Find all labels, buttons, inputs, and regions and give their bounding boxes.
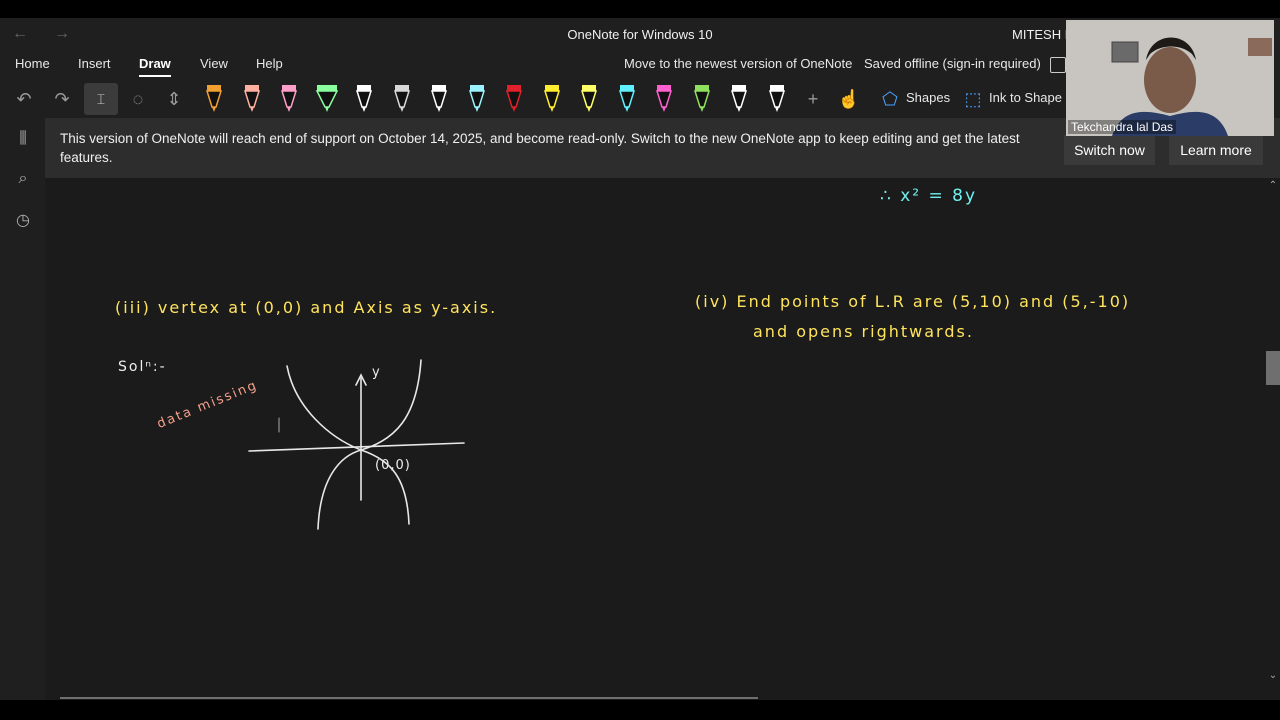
pen-1-icon[interactable]	[202, 82, 226, 114]
add-space-icon[interactable]: ⇕	[161, 86, 187, 112]
tab-insert[interactable]: Insert	[78, 56, 111, 71]
sync-status[interactable]: Saved offline (sign-in required)	[864, 56, 1041, 71]
pen-7-icon[interactable]	[427, 82, 451, 114]
switch-now-button[interactable]: Switch now	[1064, 135, 1155, 165]
pen-5-icon[interactable]	[352, 82, 376, 114]
pen-10-icon[interactable]	[540, 82, 564, 114]
pen-11-icon[interactable]	[577, 82, 601, 114]
add-pen-icon[interactable]: +	[800, 86, 826, 112]
lasso-select-icon[interactable]: ◌	[125, 86, 151, 112]
pen-13-icon[interactable]	[652, 82, 676, 114]
user-name[interactable]: MITESH K	[1012, 27, 1073, 42]
ink-parabola-sketch	[248, 359, 465, 530]
tab-view[interactable]: View	[200, 56, 228, 71]
scroll-up-icon[interactable]: ⌃	[1268, 180, 1278, 191]
pen-6-icon[interactable]	[390, 82, 414, 114]
touch-draw-icon[interactable]: ☝	[836, 86, 862, 112]
shapes-icon[interactable]: ⬠	[877, 86, 903, 112]
scroll-thumb[interactable]	[1266, 351, 1280, 385]
pen-2-icon[interactable]	[240, 82, 264, 114]
banner-message: This version of OneNote will reach end o…	[60, 131, 1020, 165]
vertical-scrollbar[interactable]: ⌃ ⌄	[1266, 178, 1280, 700]
pen-9-icon[interactable]	[502, 82, 526, 114]
tab-draw[interactable]: Draw	[139, 56, 171, 77]
recent-notes-icon[interactable]: ◷	[12, 210, 34, 232]
ink-parabola-up	[286, 359, 422, 451]
presenter-name: Tekchandra lal Das	[1068, 120, 1177, 134]
pen-8-icon[interactable]	[465, 82, 489, 114]
learn-more-button[interactable]: Learn more	[1169, 135, 1263, 165]
tab-home[interactable]: Home	[15, 56, 50, 71]
pen-16-icon[interactable]	[765, 82, 789, 114]
pen-12-icon[interactable]	[615, 82, 639, 114]
note-canvas[interactable]: ∴ x² = 8y (iii) vertex at (0,0) and Axis…	[45, 178, 1266, 700]
webcam-overlay: Tekchandra lal Das	[1066, 20, 1274, 136]
shapes-button[interactable]: Shapes	[906, 90, 950, 105]
notebook-icon[interactable]	[1050, 57, 1066, 73]
ink-to-shape-icon[interactable]: ⬚	[960, 86, 986, 112]
pen-14-icon[interactable]	[690, 82, 714, 114]
upgrade-link[interactable]: Move to the newest version of OneNote	[624, 56, 852, 71]
horizontal-scrollbar[interactable]	[60, 697, 758, 699]
tab-help[interactable]: Help	[256, 56, 283, 71]
type-select-icon[interactable]: ⌶	[84, 83, 118, 115]
pen-15-icon[interactable]	[727, 82, 751, 114]
pen-4-icon[interactable]	[315, 82, 339, 114]
notebooks-icon[interactable]: ⫼	[12, 128, 34, 150]
ink-x-axis	[248, 442, 465, 452]
search-icon[interactable]: ⌕	[12, 168, 34, 190]
pen-3-icon[interactable]	[277, 82, 301, 114]
bottom-bar	[0, 700, 1280, 720]
undo-icon[interactable]: ↶	[11, 86, 37, 112]
ink-to-shape-button[interactable]: Ink to Shape	[989, 90, 1062, 105]
redo-icon[interactable]: ↷	[49, 86, 75, 112]
ink-parabola-down	[317, 449, 410, 530]
presenter-video	[1066, 20, 1274, 136]
scroll-down-icon[interactable]: ⌄	[1268, 670, 1278, 681]
navigation-sidebar: ⫼ ⌕ ◷	[0, 118, 45, 700]
